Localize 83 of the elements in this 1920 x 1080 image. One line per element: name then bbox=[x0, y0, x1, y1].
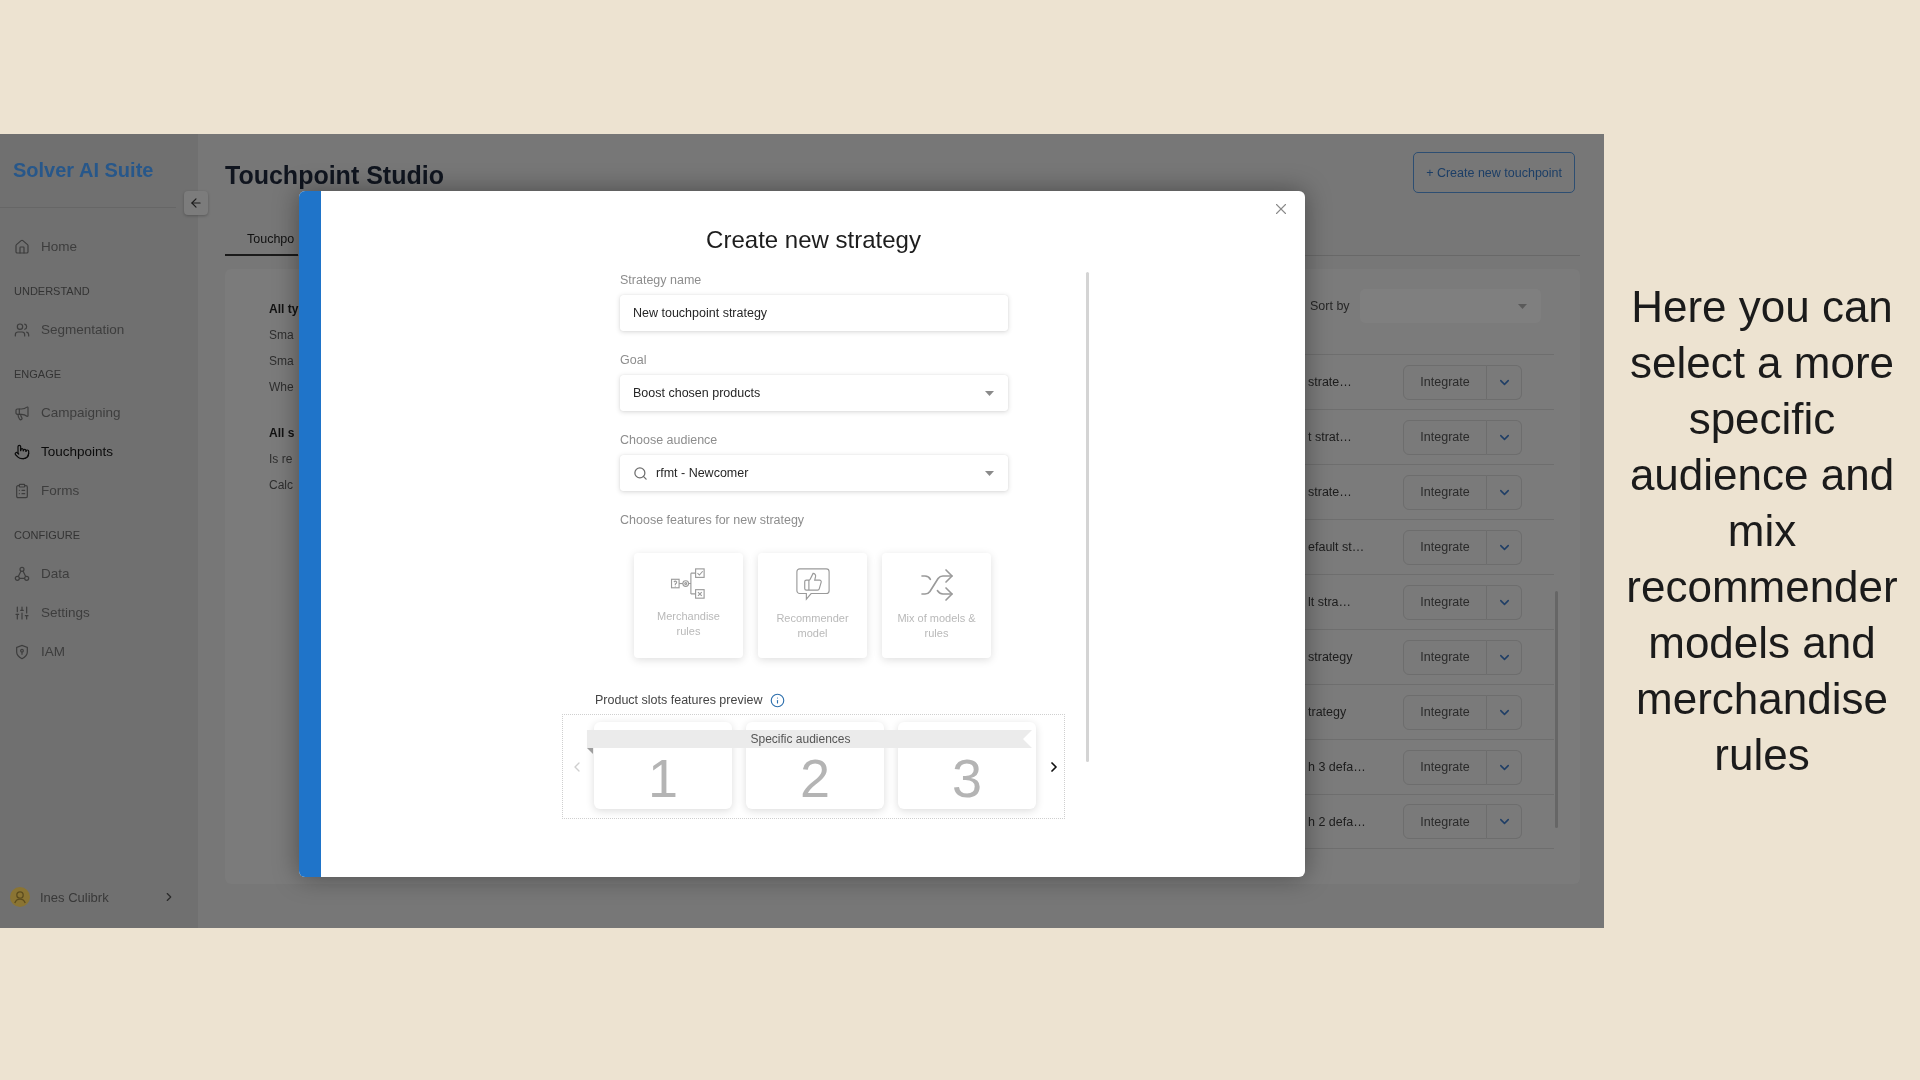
clipboard-icon bbox=[14, 482, 30, 499]
strategy-name: efault st… bbox=[1308, 540, 1365, 554]
integrate-button[interactable]: Integrate bbox=[1403, 804, 1487, 839]
caret-down-icon bbox=[985, 470, 994, 476]
search-icon bbox=[633, 465, 648, 481]
select-value: Boost chosen products bbox=[633, 386, 761, 400]
section-label: Product slots features preview bbox=[595, 692, 763, 708]
slot-number: 2 bbox=[799, 751, 830, 805]
flow-diagram-icon bbox=[669, 567, 708, 601]
filter-option[interactable]: Is re bbox=[269, 446, 293, 472]
page-title: Touchpoint Studio bbox=[225, 159, 444, 190]
field-label: Goal bbox=[620, 352, 647, 368]
dropdown-button[interactable] bbox=[1487, 804, 1522, 839]
integrate-button[interactable]: Integrate bbox=[1403, 584, 1487, 620]
dropdown-button[interactable] bbox=[1487, 639, 1522, 675]
dropdown-button[interactable] bbox=[1487, 364, 1522, 400]
dialog-title: Create new strategy bbox=[705, 225, 922, 255]
feature-option[interactable]: Merchandise rules bbox=[634, 553, 743, 658]
integrate-button[interactable]: Integrate bbox=[1403, 749, 1487, 785]
collapse-button[interactable] bbox=[184, 191, 208, 215]
strategy-name: strategy bbox=[1308, 650, 1353, 664]
scrollbar-thumb[interactable] bbox=[1086, 272, 1089, 762]
strategy-name: strate… bbox=[1308, 485, 1352, 499]
integrate-button[interactable]: Integrate bbox=[1403, 474, 1487, 510]
info-icon[interactable] bbox=[770, 692, 786, 708]
filter-option[interactable]: Whe bbox=[269, 374, 294, 400]
nav-section-heading: UNDERSTAND bbox=[14, 284, 90, 299]
filter-option[interactable]: Calc bbox=[269, 472, 293, 498]
select-field[interactable]: Boost chosen products bbox=[620, 375, 1008, 411]
filter-heading: All ty bbox=[269, 301, 299, 318]
nav-section-heading: ENGAGE bbox=[14, 367, 62, 382]
dropdown-button[interactable] bbox=[1487, 529, 1522, 565]
dropdown-button[interactable] bbox=[1487, 584, 1522, 620]
dropdown-button[interactable] bbox=[1487, 749, 1522, 785]
logo-text: Solver AI Suite bbox=[13, 158, 154, 182]
thumbs-up-bubble-icon bbox=[793, 567, 832, 603]
caret-down-icon bbox=[985, 390, 994, 396]
dropdown-button[interactable] bbox=[1487, 694, 1522, 730]
dropdown-button[interactable] bbox=[1487, 419, 1522, 455]
sliders-icon bbox=[14, 604, 30, 621]
integrate-button[interactable]: Integrate bbox=[1403, 639, 1487, 675]
select-value: rfmt - Newcomer bbox=[656, 466, 749, 480]
feature-option[interactable]: Mix of models & rules bbox=[882, 553, 991, 658]
field-label: Strategy name bbox=[620, 272, 702, 288]
strategy-name: trategy bbox=[1308, 705, 1347, 719]
text-field[interactable]: New touchpoint strategy bbox=[620, 295, 1008, 331]
strategy-name: lt stra… bbox=[1308, 595, 1352, 609]
nodes-icon bbox=[14, 565, 30, 582]
field-label: Choose features for new strategy bbox=[620, 512, 805, 528]
sort-select[interactable] bbox=[1359, 289, 1541, 323]
filter-option[interactable]: Sma bbox=[269, 322, 294, 348]
strategy-name: h 2 defa… bbox=[1308, 814, 1366, 829]
nav-item[interactable]: Touchpoints bbox=[0, 432, 114, 471]
shield-icon bbox=[14, 643, 30, 660]
search-select-field[interactable]: rfmt - Newcomer bbox=[620, 455, 1008, 491]
dropdown-button[interactable] bbox=[1487, 474, 1522, 510]
sort-label: Sort by bbox=[1310, 299, 1350, 313]
caret-down-icon bbox=[1517, 303, 1527, 309]
avatar-icon bbox=[10, 887, 30, 907]
strategy-name: strate… bbox=[1308, 375, 1352, 389]
integrate-button[interactable]: Integrate bbox=[1403, 694, 1487, 730]
slot-number: 1 bbox=[647, 751, 678, 805]
shuffle-icon bbox=[918, 567, 955, 603]
nav-section-heading: CONFIGURE bbox=[14, 528, 80, 543]
field-label: Choose audience bbox=[620, 432, 718, 448]
integrate-button[interactable]: Integrate bbox=[1403, 364, 1487, 400]
strategy-name: t strat… bbox=[1308, 430, 1352, 444]
ribbon-banner: Specific audiences bbox=[587, 730, 1032, 748]
users-icon bbox=[14, 321, 30, 338]
integrate-button[interactable]: Integrate bbox=[1403, 419, 1487, 455]
pointing-hand-icon bbox=[14, 443, 30, 460]
filter-heading: All s bbox=[269, 425, 295, 442]
home-icon bbox=[14, 238, 30, 255]
create-touchpoint-button[interactable]: + Create new touchpoint bbox=[1413, 152, 1575, 193]
strategy-name: h 3 defa… bbox=[1308, 760, 1366, 774]
feature-option[interactable]: Recommender model bbox=[758, 553, 867, 658]
integrate-button[interactable]: Integrate bbox=[1403, 529, 1487, 565]
slot-number: 3 bbox=[951, 751, 982, 805]
user-name: Ines Culibrk bbox=[40, 889, 109, 905]
ribbon-fold-icon bbox=[587, 748, 593, 754]
filter-option[interactable]: Sma bbox=[269, 348, 294, 374]
caption-text: Here you can select a more specific audience and mix recommender models and merchandise rules bbox=[1625, 281, 1899, 781]
megaphone-icon bbox=[14, 404, 30, 421]
